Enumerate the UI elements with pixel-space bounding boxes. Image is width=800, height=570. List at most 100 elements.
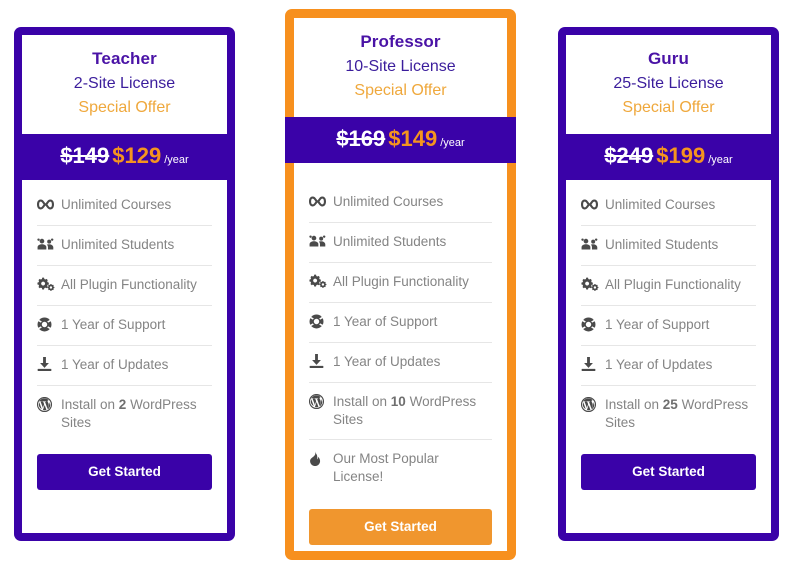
feature-label: 1 Year of Support <box>333 313 438 329</box>
plan-sites-label: 2-Site License <box>73 74 176 92</box>
feature-row: Install on 2 WordPress Sites <box>37 386 212 442</box>
feature-row: Unlimited Students <box>37 226 212 266</box>
card-header: Teacher 2-Site License Special Offer <box>22 35 227 134</box>
lifebuoy-icon <box>309 313 328 330</box>
price-period: /year <box>440 136 465 149</box>
feature-row: 1 Year of Support <box>581 306 756 346</box>
feature-row: 1 Year of Support <box>309 303 492 343</box>
plan-offer-label: Special Offer <box>622 98 715 116</box>
users-icon <box>37 236 56 253</box>
get-started-button[interactable]: Get Started <box>309 508 492 545</box>
fire-icon <box>309 450 328 467</box>
feature-list: Unlimited Courses Unlimited Students All P… <box>566 180 771 442</box>
feature-label: Install on 25 WordPress Sites <box>605 396 749 430</box>
plan-offer-label: Special Offer <box>354 81 447 99</box>
plan-name: Guru <box>647 49 689 68</box>
card-header: Guru 25-Site License Special Offer <box>566 35 771 134</box>
feature-label: Install on 10 WordPress Sites <box>333 393 477 427</box>
gears-icon <box>37 276 56 293</box>
feature-label: All Plugin Functionality <box>605 276 741 292</box>
price-new: $129 <box>112 142 162 168</box>
feature-row: Install on 25 WordPress Sites <box>581 386 756 442</box>
gears-icon <box>309 273 328 290</box>
feature-label: 1 Year of Support <box>605 316 710 332</box>
price-old: $149 <box>60 142 110 168</box>
feature-label: 1 Year of Updates <box>605 356 713 372</box>
plan-name: Teacher <box>92 49 157 68</box>
card-inner: Teacher 2-Site License Special Offer $14… <box>22 35 227 533</box>
download-icon <box>37 356 56 373</box>
price-period: /year <box>708 153 733 166</box>
plan-offer-label: Special Offer <box>78 98 171 116</box>
feature-label: Unlimited Students <box>333 233 447 249</box>
feature-site-count: 25 <box>662 396 678 412</box>
price-bar: $169 $149/year <box>285 116 516 163</box>
plan-sites-label: 25-Site License <box>613 74 724 92</box>
price-bar: $249 $199/year <box>566 133 771 180</box>
feature-label: 1 Year of Updates <box>333 353 441 369</box>
price-old: $169 <box>336 125 386 151</box>
wordpress-icon <box>309 393 328 410</box>
get-started-button[interactable]: Get Started <box>37 454 212 491</box>
infinity-icon <box>309 193 328 210</box>
users-icon <box>309 233 328 250</box>
feature-row: Unlimited Students <box>309 223 492 263</box>
feature-row: All Plugin Functionality <box>309 263 492 303</box>
feature-row: Install on 10 WordPress Sites <box>309 383 492 441</box>
feature-row: All Plugin Functionality <box>581 266 756 306</box>
feature-list: Unlimited Courses Unlimited Students All P… <box>22 180 227 442</box>
wordpress-icon <box>581 396 600 413</box>
feature-row: Unlimited Students <box>581 226 756 266</box>
feature-label: Unlimited Courses <box>605 196 716 212</box>
feature-list: Unlimited Courses Unlimited Students All P… <box>294 117 507 497</box>
feature-label: Our Most Popular License! <box>333 451 439 485</box>
feature-row: All Plugin Functionality <box>37 266 212 306</box>
price-new: $199 <box>656 142 706 168</box>
feature-row: 1 Year of Support <box>37 306 212 346</box>
lifebuoy-icon <box>581 316 600 333</box>
feature-row: Our Most Popular License! <box>309 440 492 496</box>
infinity-icon <box>581 196 600 213</box>
pricing-card-teacher[interactable]: Teacher 2-Site License Special Offer $14… <box>14 27 235 541</box>
feature-label: Unlimited Students <box>61 236 175 252</box>
pricing-card-professor[interactable]: Professor 10-Site License Special Offer … <box>285 9 516 560</box>
users-icon <box>581 236 600 253</box>
feature-site-count: 10 <box>390 393 406 409</box>
feature-label: 1 Year of Updates <box>61 356 169 372</box>
cta-zone: Get Started <box>566 442 771 491</box>
lifebuoy-icon <box>37 316 56 333</box>
plan-sites-label: 10-Site License <box>345 57 456 75</box>
price-new: $149 <box>388 125 438 151</box>
feature-label: All Plugin Functionality <box>333 273 469 289</box>
pricing-table: Teacher 2-Site License Special Offer $14… <box>0 0 800 570</box>
card-inner: Guru 25-Site License Special Offer $249 $… <box>566 35 771 533</box>
pricing-card-guru[interactable]: Guru 25-Site License Special Offer $249 $… <box>558 27 779 541</box>
price-bar: $149 $129/year <box>22 133 227 180</box>
feature-label: All Plugin Functionality <box>61 276 197 292</box>
infinity-icon <box>37 196 56 213</box>
price-period: /year <box>164 153 189 166</box>
gears-icon <box>581 276 600 293</box>
feature-row: 1 Year of Updates <box>581 346 756 386</box>
wordpress-icon <box>37 396 56 413</box>
download-icon <box>309 353 328 370</box>
download-icon <box>581 356 600 373</box>
cta-zone: Get Started <box>294 497 507 545</box>
card-header: Professor 10-Site License Special Offer <box>294 18 507 117</box>
feature-label: Install on 2 WordPress Sites <box>61 396 197 430</box>
feature-label: Unlimited Students <box>605 236 719 252</box>
feature-label: Unlimited Courses <box>61 196 172 212</box>
feature-label: Unlimited Courses <box>333 193 444 209</box>
feature-row: 1 Year of Updates <box>309 343 492 383</box>
feature-site-count: 2 <box>118 396 127 412</box>
feature-row: Unlimited Courses <box>581 186 756 226</box>
feature-row: Unlimited Courses <box>37 186 212 226</box>
get-started-button[interactable]: Get Started <box>581 454 756 491</box>
card-inner: Professor 10-Site License Special Offer … <box>285 18 516 551</box>
feature-label: 1 Year of Support <box>61 316 166 332</box>
feature-row: Unlimited Courses <box>309 183 492 223</box>
cta-zone: Get Started <box>22 442 227 491</box>
feature-row: 1 Year of Updates <box>37 346 212 386</box>
price-old: $249 <box>604 142 654 168</box>
plan-name: Professor <box>360 32 441 51</box>
